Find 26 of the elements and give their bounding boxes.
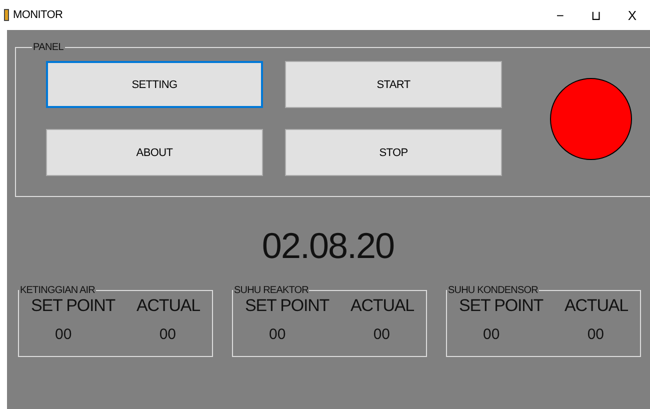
value-text: 00 bbox=[587, 326, 605, 343]
column-label: SET POINT bbox=[459, 296, 544, 316]
value-text: 00 bbox=[482, 326, 500, 343]
group-title: KETINGGIAN AIR bbox=[19, 285, 96, 296]
column-label: ACTUAL bbox=[564, 296, 628, 316]
minimize-button[interactable]: − bbox=[542, 8, 578, 22]
column-label: SET POINT bbox=[31, 296, 116, 316]
value-text: 00 bbox=[373, 326, 391, 343]
app-icon bbox=[4, 9, 9, 21]
maximize-button[interactable]: ⊔ bbox=[578, 8, 614, 22]
window-title: MONITOR bbox=[13, 9, 64, 21]
column-label: ACTUAL bbox=[350, 296, 414, 316]
column-label: SET POINT bbox=[245, 296, 330, 316]
close-button[interactable]: X bbox=[614, 8, 650, 22]
value-text: 00 bbox=[54, 326, 72, 343]
panel-button[interactable]: STOP bbox=[285, 129, 502, 176]
panel-button[interactable]: ABOUT bbox=[46, 129, 263, 176]
group-title: SUHU KONDENSOR bbox=[447, 285, 539, 296]
panel-button[interactable]: START bbox=[285, 61, 502, 108]
value-text: 00 bbox=[159, 326, 177, 343]
panel-title: PANEL bbox=[32, 42, 65, 53]
group-title: SUHU REAKTOR bbox=[233, 285, 310, 296]
column-label: ACTUAL bbox=[136, 296, 200, 316]
date-display: 02.08.20 bbox=[260, 225, 396, 267]
panel-button[interactable]: SETTING bbox=[46, 61, 263, 108]
value-text: 00 bbox=[268, 326, 286, 343]
